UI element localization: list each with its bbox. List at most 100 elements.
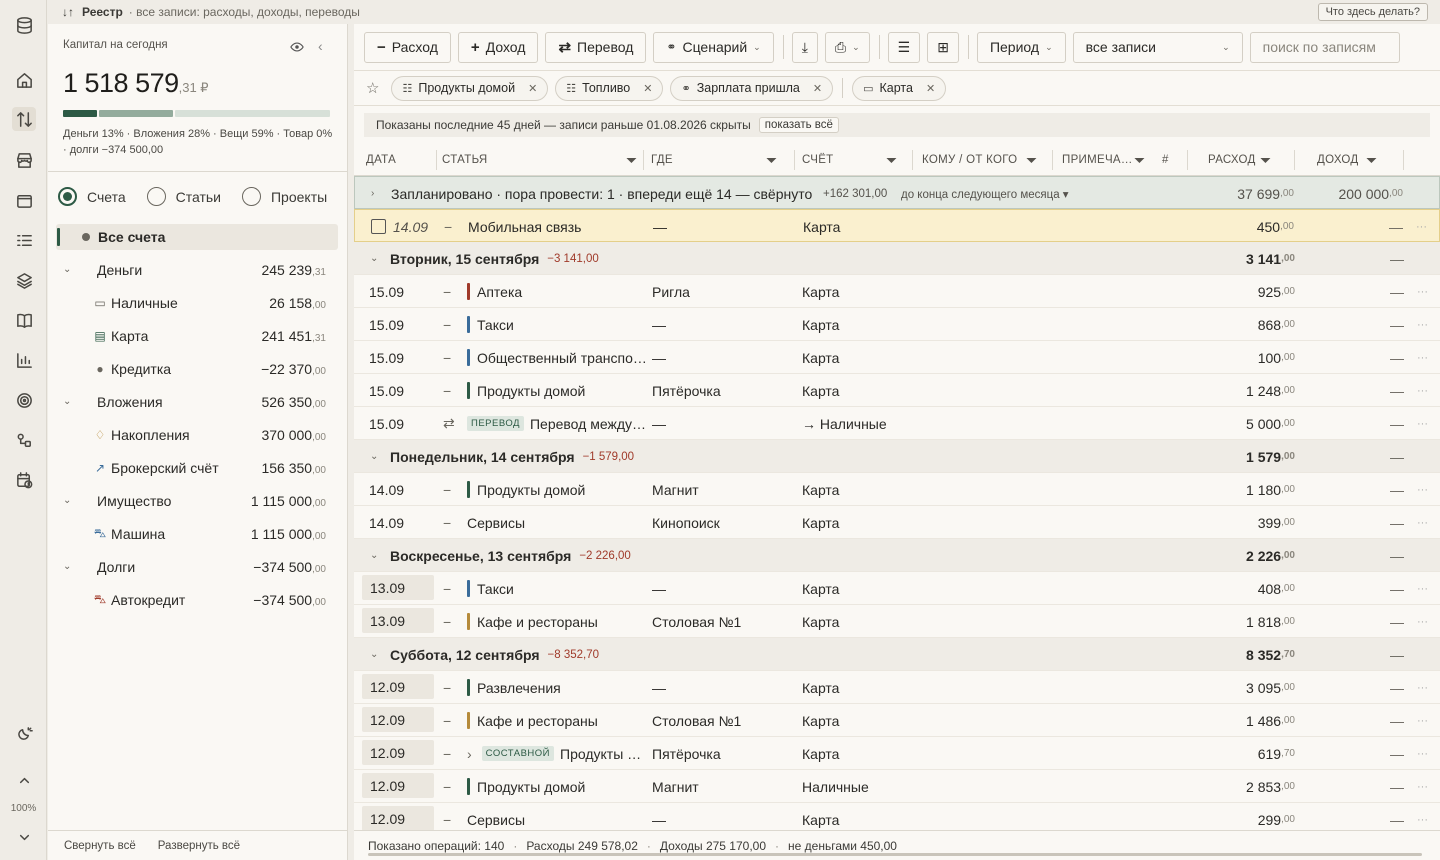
filter-icon[interactable]: ⏷ — [1134, 144, 1146, 176]
book-icon[interactable] — [12, 308, 36, 332]
column-header[interactable]: ДАТА — [366, 144, 396, 176]
row-category[interactable]: Продукты домой — [467, 374, 585, 407]
column-header[interactable]: # — [1162, 144, 1169, 176]
add-transfer-button[interactable]: ⇄ Перевод — [545, 31, 647, 63]
date-group-row[interactable]: ⌄ Суббота, 12 сентября −8 352,70 8 352,70 — — [354, 638, 1440, 671]
row-category[interactable]: Аптека — [467, 275, 522, 308]
table-row[interactable]: 14.09 − Продукты домой Магнит Карта 1 180,00 —… — [354, 473, 1440, 506]
mode-accounts-radio[interactable]: Счета — [58, 187, 126, 206]
row-more-icon[interactable]: ··· — [1417, 671, 1428, 704]
table-row[interactable]: 15.09 − Такси — Карта 868,00 — ··· — [354, 308, 1440, 341]
account-item[interactable]: ⛍ Машина 1 115 000,00 — [48, 517, 348, 550]
chevron-down-icon[interactable]: ⌄ — [370, 242, 378, 275]
row-category[interactable]: Продукты домой — [467, 770, 585, 803]
row-category[interactable]: Такси — [467, 572, 514, 605]
layers-icon[interactable] — [12, 268, 36, 292]
row-more-icon[interactable]: ··· — [1417, 506, 1428, 539]
row-more-icon[interactable]: ··· — [1417, 737, 1428, 770]
table-row[interactable]: 12.09− Кафе и рестораны Столовая №1 Карта 1 … — [354, 704, 1440, 737]
row-date[interactable]: 12.09 — [362, 806, 434, 831]
account-item[interactable]: ♢ Накопления 370 000,00 — [48, 418, 348, 451]
column-divider[interactable] — [1403, 150, 1404, 170]
filter-icon[interactable]: ⏷ — [1026, 144, 1038, 176]
row-more-icon[interactable]: ··· — [1416, 210, 1427, 243]
table-row[interactable]: 12.09− › СОСТАВНОЙ Продукты … Пятёрочка Карта… — [354, 737, 1440, 770]
database-icon[interactable] — [12, 13, 36, 37]
table-row[interactable]: 13.09− Такси — Карта 408,00 — ··· — [354, 572, 1440, 605]
account-item[interactable]: ▤ Карта 241 451,31 — [48, 319, 348, 352]
account-item[interactable]: ↗ Брокерский счёт 156 350,00 — [48, 451, 348, 484]
all-accounts-item[interactable]: Все счета — [56, 224, 338, 250]
row-more-icon[interactable]: ··· — [1417, 275, 1428, 308]
account-item[interactable]: ● Кредитка −22 370,00 — [48, 352, 348, 385]
row-more-icon[interactable]: ··· — [1417, 770, 1428, 803]
filter-chip[interactable]: ⚭ Зарплата пришла ✕ — [670, 75, 834, 101]
checkbox[interactable] — [371, 210, 386, 243]
store-icon[interactable] — [12, 148, 36, 172]
star-icon[interactable]: ☆ — [366, 79, 379, 97]
help-button[interactable]: Что здесь делать? — [1317, 3, 1428, 21]
chevron-down-icon[interactable]: ⌄ — [370, 638, 378, 671]
row-date[interactable]: 13.09 — [362, 575, 434, 600]
calendar-clock-icon[interactable] — [12, 468, 36, 492]
chevron-down-icon[interactable]: ⌄ — [63, 495, 71, 506]
row-date[interactable]: 15.09 — [369, 407, 404, 440]
list-view-button[interactable]: ☰ — [887, 31, 921, 63]
column-divider[interactable] — [1294, 150, 1295, 170]
date-group-row[interactable]: ⌄ Понедельник, 14 сентября −1 579,00 1 579,… — [354, 440, 1440, 473]
collapse-all-link[interactable]: Свернуть всё — [64, 840, 136, 852]
home-icon[interactable] — [12, 68, 36, 92]
row-date[interactable]: 12.09 — [362, 740, 434, 765]
nodes-icon[interactable] — [12, 428, 36, 452]
table-row[interactable]: 14.09 − Сервисы Кинопоиск Карта 399,00 — ··· — [354, 506, 1440, 539]
table-row[interactable]: 15.09 − Аптека Ригла Карта 925,00 — ··· — [354, 275, 1440, 308]
chevron-down-icon[interactable]: ⌄ — [370, 440, 378, 473]
download-button[interactable]: ⤓ — [791, 31, 818, 63]
column-divider[interactable] — [912, 150, 913, 170]
planned-group-row[interactable]: › Запланировано · пора провести: 1 · впер… — [354, 176, 1440, 209]
account-item[interactable]: ⌄ Имущество 1 115 000,00 — [48, 484, 348, 517]
date-group-row[interactable]: ⌄ Воскресенье, 13 сентября −2 226,00 2 226,… — [354, 539, 1440, 572]
filter-icon[interactable]: ⏷ — [766, 144, 778, 176]
row-more-icon[interactable]: ··· — [1417, 374, 1428, 407]
table-row[interactable]: 13.09− Кафе и рестораны Столовая №1 Карта 1 … — [354, 605, 1440, 638]
column-header[interactable]: СЧЁТ — [802, 144, 834, 176]
chevron-down-icon[interactable]: ⌄ — [63, 396, 71, 407]
column-header[interactable]: СТАТЬЯ — [442, 144, 488, 176]
row-category[interactable]: Продукты домой — [467, 473, 585, 506]
account-filter-chip[interactable]: ▭ Карта ✕ — [852, 75, 947, 101]
eye-icon[interactable] — [290, 40, 304, 54]
row-category[interactable]: › СОСТАВНОЙ Продукты … — [467, 737, 641, 770]
chevron-right-icon[interactable]: › — [371, 177, 374, 210]
filter-icon[interactable]: ⏷ — [886, 144, 898, 176]
account-item[interactable]: ⌄ Долги −374 500,00 — [48, 550, 348, 583]
filter-chip[interactable]: ☷ Топливо ✕ — [555, 75, 664, 101]
column-divider[interactable] — [1187, 150, 1188, 170]
period-dropdown[interactable]: Период ⌄ — [976, 31, 1066, 63]
target-icon[interactable] — [12, 388, 36, 412]
add-income-button[interactable]: + Доход — [457, 31, 539, 63]
theme-icon[interactable] — [12, 722, 36, 746]
row-category[interactable]: Кафе и рестораны — [467, 704, 598, 737]
column-header[interactable]: ПРИМЕЧА… — [1062, 144, 1133, 176]
close-icon[interactable]: ✕ — [813, 82, 822, 95]
row-category[interactable]: ПЕРЕВОД Перевод между… — [467, 407, 646, 440]
column-header[interactable]: ГДЕ — [651, 144, 673, 176]
account-item[interactable]: ⛍ Автокредит −374 500,00 — [48, 583, 348, 616]
table-row[interactable]: 14.09− Мобильная связь — Карта 450,00 — ··· — [354, 209, 1440, 242]
records-select[interactable]: все записи ⌄ — [1072, 31, 1243, 63]
row-more-icon[interactable]: ··· — [1417, 308, 1428, 341]
show-all-button[interactable]: показать всё — [758, 117, 839, 133]
row-more-icon[interactable]: ··· — [1417, 704, 1428, 737]
column-header[interactable]: РАСХОД — [1208, 144, 1256, 176]
account-item[interactable]: ⌄ Деньги 245 239,31 — [48, 253, 348, 286]
row-category[interactable]: Такси — [467, 308, 514, 341]
close-icon[interactable]: ✕ — [643, 82, 652, 95]
row-date[interactable]: 12.09 — [362, 674, 434, 699]
table-row[interactable]: 15.09 − Продукты домой Пятёрочка Карта 1 248,… — [354, 374, 1440, 407]
column-divider[interactable] — [436, 150, 437, 170]
column-divider[interactable] — [643, 150, 644, 170]
row-date[interactable]: 15.09 — [369, 308, 404, 341]
table-row[interactable]: 15.09 ⇄ ПЕРЕВОД Перевод между… — → Наличные 5 … — [354, 407, 1440, 440]
search-input[interactable]: поиск по записям — [1249, 31, 1400, 63]
